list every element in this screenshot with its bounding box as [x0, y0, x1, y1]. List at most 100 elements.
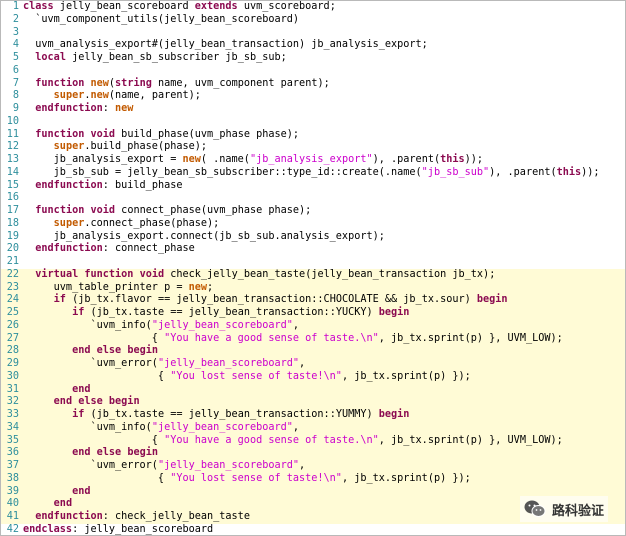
code-text: super.new(name, parent); [23, 90, 201, 103]
code-token: "jelly_bean_scoreboard" [157, 460, 300, 471]
code-token: : check_jelly_bean_taste [102, 511, 250, 522]
code-token: extends [194, 1, 238, 12]
code-token: (jb_tx.taste == jelly_bean_transaction::… [84, 409, 379, 420]
code-token: `uvm_component_utils(jelly_bean_scoreboa… [23, 13, 300, 25]
code-token: super [53, 217, 85, 229]
watermark: 路科验证 [519, 496, 608, 522]
line-number: 21 [6, 256, 19, 267]
code-token: ( .name( [200, 154, 250, 165]
code-editor: 1 class jelly_bean_scoreboard extends uvm… [0, 0, 626, 536]
code-token: `uvm_error( [23, 358, 158, 369]
code-token: , [292, 319, 300, 331]
code-token: class [23, 1, 54, 12]
code-token: jb_analysis_export.connect(jb_sb_sub.ana… [23, 230, 385, 242]
code-text: super.connect_phase(phase); [23, 217, 220, 231]
code-token: "jelly_bean_scoreboard" [157, 358, 300, 369]
code-token: end [53, 396, 73, 408]
code-text: endclass: jelly_bean_scoreboard [23, 523, 213, 535]
code-line: 22 virtual function void check_jelly_bea… [1, 268, 625, 282]
code-token: end [72, 485, 91, 497]
line-number: 40 [6, 498, 19, 510]
line-number: 1 [12, 1, 19, 12]
code-line: 23 uvm_table_printer p = new; [1, 281, 625, 295]
code-line: 15 endfunction: build_phase [1, 180, 625, 193]
code-token: super [53, 141, 85, 153]
line-number: 18 [6, 217, 19, 229]
code-token: function [35, 205, 85, 216]
code-token: `uvm_error( [23, 460, 158, 471]
code-line: 14 jb_sb_sub = jelly_bean_sb_subscriber:… [1, 167, 625, 180]
code-line: 33 if (jb_tx.taste == jelly_bean_transac… [1, 409, 625, 422]
code-token: void [139, 268, 165, 280]
code-token: endfunction [35, 511, 103, 522]
code-text: `uvm_component_utils(jelly_bean_scoreboa… [23, 14, 299, 27]
code-text: uvm_analysis_export#(jelly_bean_transact… [23, 39, 428, 52]
code-line: 20 endfunction: connect_phase [1, 243, 625, 256]
code-line: 36 end else begin [1, 447, 625, 460]
line-number: 42 [6, 523, 19, 535]
code-token: endfunction [35, 103, 103, 114]
code-line: 7 function new(string name, uvm_componen… [1, 78, 625, 91]
line-number: 13 [6, 154, 19, 165]
code-line: 30 { "You lost sense of taste!\n", jb_tx… [1, 370, 625, 384]
code-token: new [188, 281, 208, 293]
code-token: super [53, 90, 85, 102]
line-number: 34 [6, 421, 19, 433]
code-token: `uvm_info( [23, 319, 152, 331]
code-token: "You have a good sense of taste.\n" [164, 332, 379, 344]
code-line: 3 [1, 27, 625, 40]
code-text: if (jb_tx.taste == jelly_bean_transactio… [23, 307, 409, 320]
code-token: void [90, 128, 116, 140]
line-number: 22 [6, 268, 19, 280]
line-number: 37 [6, 460, 19, 471]
code-text: `uvm_info("jelly_bean_scoreboard", [23, 320, 299, 333]
code-token: build_phase(uvm_phase phase); [115, 128, 300, 140]
code-token: , [299, 460, 306, 471]
code-line: 18 super.connect_phase(phase); [1, 218, 625, 231]
code-token: , jb_tx.sprint(p) }, UVM_LOW); [378, 434, 563, 446]
line-number: 8 [12, 90, 19, 102]
code-line: 27 { "You have a good sense of taste.\n"… [1, 332, 625, 346]
code-token: endclass [23, 523, 73, 535]
code-text: end else begin [23, 396, 140, 409]
code-token: "You lost sense of taste!\n" [170, 472, 342, 484]
code-token: )); [581, 166, 600, 178]
code-token: else [96, 345, 122, 357]
code-token: jelly_bean_sb_subscriber jb_sb_sub; [65, 52, 287, 63]
code-token: uvm_analysis_export#(jelly_bean_transact… [23, 39, 428, 51]
code-token: new [90, 77, 109, 89]
code-token: .connect_phase(phase); [84, 217, 220, 229]
line-number: 4 [12, 39, 19, 51]
code-line: 10 [1, 116, 625, 129]
code-token: end [72, 383, 91, 395]
code-text: function void build_phase(uvm_phase phas… [23, 129, 299, 142]
code-token: begin [378, 307, 410, 318]
code-token: function [84, 268, 134, 280]
line-number: 16 [6, 192, 19, 204]
code-text: end [23, 486, 90, 499]
code-line: 37 `uvm_error("jelly_bean_scoreboard", [1, 460, 625, 473]
code-token: )); [464, 154, 484, 165]
code-token: void [90, 205, 116, 216]
line-number: 9 [12, 103, 19, 114]
line-number: 36 [6, 447, 19, 459]
code-text: if (jb_tx.flavor == jelly_bean_transacti… [23, 294, 508, 307]
line-number: 12 [6, 141, 19, 153]
line-number: 33 [6, 409, 19, 420]
line-number: 19 [6, 230, 19, 242]
code-line: 6 [1, 65, 625, 78]
code-text: { "You lost sense of taste!\n", jb_tx.sp… [23, 473, 471, 486]
code-text: end else begin [23, 345, 158, 358]
code-text: end [23, 384, 90, 397]
code-line: 2 `uvm_component_utils(jelly_bean_scoreb… [1, 14, 625, 27]
line-number: 6 [12, 64, 19, 76]
